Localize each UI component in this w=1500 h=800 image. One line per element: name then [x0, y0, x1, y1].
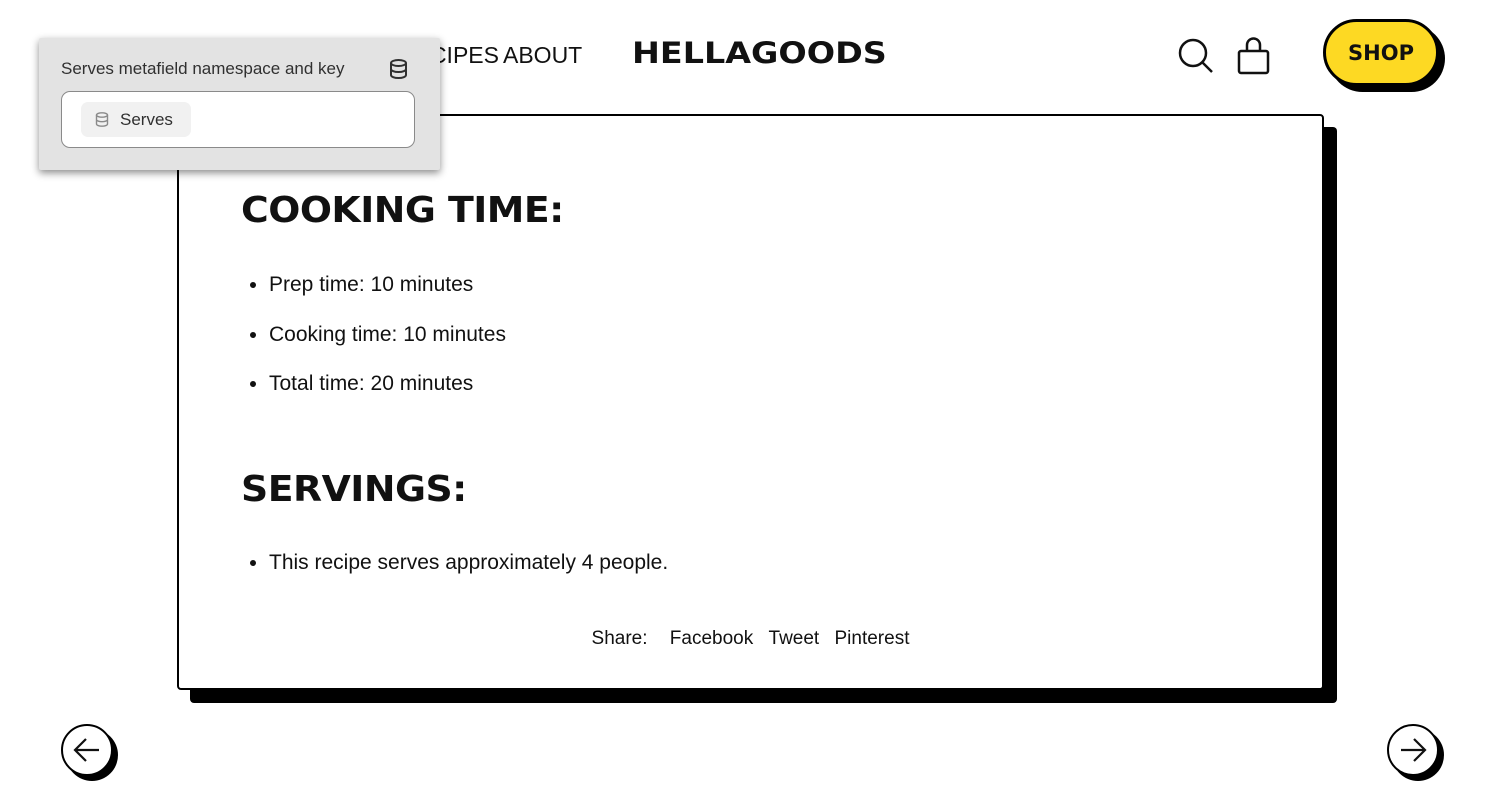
serves-chip[interactable]: Serves [81, 102, 191, 137]
list-item: Total time: 20 minutes [269, 372, 506, 422]
recipe-card: COOKING TIME: Prep time: 10 minutes Cook… [177, 114, 1324, 690]
cooking-time-heading: COOKING TIME: [241, 190, 564, 231]
chip-label: Serves [120, 109, 173, 129]
shop-button[interactable]: SHOP [1323, 19, 1439, 86]
list-item: Prep time: 10 minutes [269, 273, 506, 323]
share-tweet-link[interactable]: Tweet [769, 628, 820, 649]
nav-about[interactable]: ABOUT [503, 42, 582, 69]
arrow-left-icon [73, 738, 99, 762]
list-item: Cooking time: 10 minutes [269, 323, 506, 373]
list-item: This recipe serves approximately 4 peopl… [269, 551, 668, 601]
database-icon [95, 112, 109, 127]
cooking-time-list: Prep time: 10 minutes Cooking time: 10 m… [269, 273, 506, 422]
search-icon[interactable] [1177, 37, 1215, 75]
metafield-popover: Serves metafield namespace and key Serve… [39, 38, 440, 170]
next-button[interactable] [1387, 724, 1439, 776]
database-icon [390, 59, 407, 79]
servings-heading: SERVINGS: [241, 469, 467, 510]
popover-label: Serves metafield namespace and key [61, 59, 345, 78]
share-facebook-link[interactable]: Facebook [670, 628, 753, 649]
arrow-right-icon [1401, 738, 1427, 762]
share-bar: Share: Facebook Tweet Pinterest [179, 628, 1322, 650]
logo[interactable]: HELLAGOODS [632, 36, 887, 70]
previous-button[interactable] [61, 724, 113, 776]
share-pinterest-link[interactable]: Pinterest [835, 628, 910, 649]
servings-list: This recipe serves approximately 4 peopl… [269, 551, 668, 601]
bag-icon[interactable] [1236, 36, 1272, 76]
metafield-input[interactable]: Serves [61, 91, 415, 148]
share-label: Share: [591, 628, 648, 649]
